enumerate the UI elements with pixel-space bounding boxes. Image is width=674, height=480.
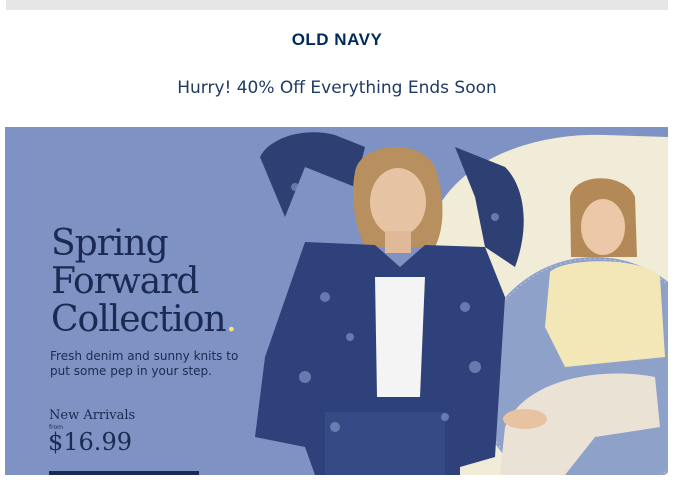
headline-line-1: Spring [51,223,169,264]
headline-line-2: Forward [51,261,199,302]
model-denim-jacket [255,132,524,475]
hero-headline: Spring Forward Collection. [51,223,237,340]
promo-banner-text[interactable]: Hurry! 40% Off Everything Ends Soon [0,78,674,98]
price-label: $16.99 [48,428,132,456]
old-navy-logo[interactable]: OLD NAVY [0,30,674,50]
new-arrivals-label: New Arrivals [49,408,136,423]
yellow-dot-icon: . [225,299,237,340]
browser-top-bar [6,0,668,10]
shop-now-button[interactable] [49,471,199,475]
headline-line-3: Collection. [51,299,237,340]
hero-subtext: Fresh denim and sunny knits to put some … [50,349,239,378]
hero-banner[interactable]: Spring Forward Collection. Fresh denim a… [5,127,668,475]
